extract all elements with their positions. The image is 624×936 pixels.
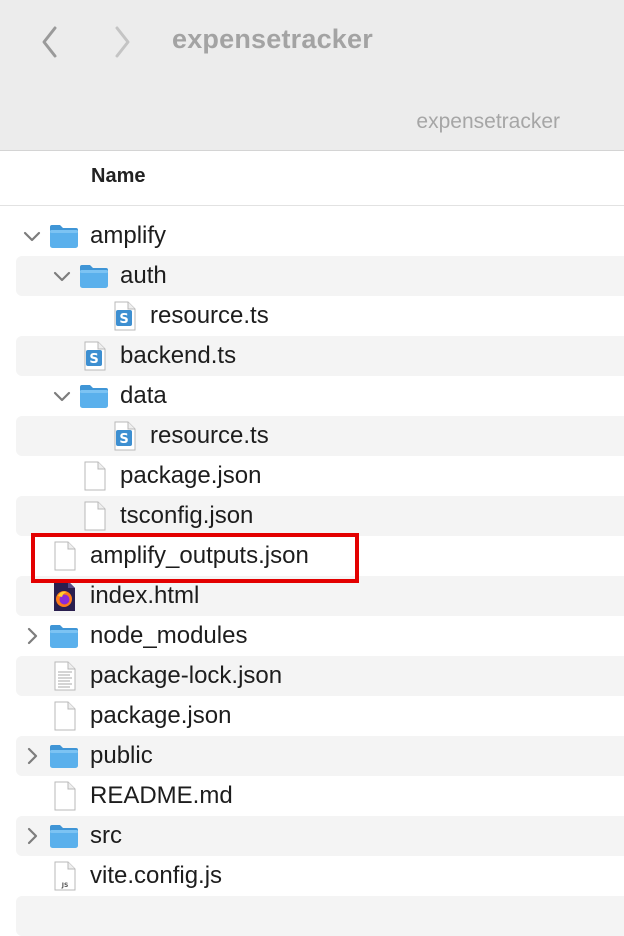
folder-icon: [78, 380, 110, 412]
file-row[interactable]: README.md: [16, 776, 624, 816]
name-column-header[interactable]: Name: [91, 165, 145, 188]
file-name-label: src: [90, 822, 122, 849]
file-name-label: package.json: [90, 702, 232, 729]
file-row[interactable]: amplify_outputs.json: [16, 536, 624, 576]
file-row[interactable]: JS vite.config.js: [16, 856, 624, 896]
chevron-right-icon[interactable]: [22, 626, 42, 646]
chevron-left-icon: [42, 26, 57, 58]
file-name-label: amplify_outputs.json: [90, 542, 309, 569]
chevron-down-icon[interactable]: [52, 386, 72, 406]
js-file-icon: JS: [48, 860, 80, 892]
file-row[interactable]: public: [16, 736, 624, 776]
chevron-right-icon[interactable]: [22, 826, 42, 846]
back-button[interactable]: [32, 22, 68, 62]
typescript-file-icon: S: [108, 420, 140, 452]
folder-icon: [48, 220, 80, 252]
file-name-label: package-lock.json: [90, 662, 283, 689]
svg-text:S: S: [119, 432, 128, 447]
file-name-label: public: [90, 742, 153, 769]
file-icon: [78, 500, 110, 532]
file-name-label: package.json: [120, 462, 262, 489]
file-name-label: amplify: [90, 222, 167, 249]
typescript-file-icon: S: [78, 340, 110, 372]
file-name-label: README.md: [90, 782, 233, 809]
file-name-label: backend.ts: [120, 342, 237, 369]
file-row[interactable]: index.html: [16, 576, 624, 616]
column-header: Name: [0, 151, 624, 206]
file-name-label: tsconfig.json: [120, 502, 254, 529]
file-row[interactable]: amplify: [16, 216, 624, 256]
typescript-file-icon: S: [108, 300, 140, 332]
file-row[interactable]: package.json: [16, 456, 624, 496]
file-row[interactable]: node_modules: [16, 616, 624, 656]
file-icon: [78, 460, 110, 492]
file-name-label: data: [120, 382, 167, 409]
folder-icon: [48, 820, 80, 852]
finder-toolbar: expensetracker expensetracker: [0, 0, 624, 151]
file-icon: [48, 780, 80, 812]
chevron-down-icon[interactable]: [52, 266, 72, 286]
file-row[interactable]: src: [16, 816, 624, 856]
file-icon: [48, 700, 80, 732]
svg-text:JS: JS: [61, 882, 69, 889]
file-row[interactable]: auth: [16, 256, 624, 296]
file-name-label: auth: [120, 262, 167, 289]
forward-button[interactable]: [104, 22, 140, 62]
file-row[interactable]: package-lock.json: [16, 656, 624, 696]
html-file-icon: [48, 580, 80, 612]
file-name-label: node_modules: [90, 622, 248, 649]
chevron-right-icon[interactable]: [22, 746, 42, 766]
svg-text:S: S: [89, 352, 98, 367]
file-row[interactable]: package.json: [16, 696, 624, 736]
file-name-label: vite.config.js: [90, 862, 223, 889]
chevron-right-icon: [115, 26, 130, 58]
folder-icon: [48, 620, 80, 652]
file-row[interactable]: tsconfig.json: [16, 496, 624, 536]
folder-icon: [78, 260, 110, 292]
window-title: expensetracker: [172, 24, 373, 54]
folder-icon: [48, 740, 80, 772]
chevron-down-icon[interactable]: [22, 226, 42, 246]
file-row[interactable]: S resource.ts: [16, 296, 624, 336]
empty-row: [16, 896, 624, 936]
file-row[interactable]: data: [16, 376, 624, 416]
file-name-label: index.html: [90, 582, 200, 609]
file-icon: [48, 540, 80, 572]
file-row[interactable]: S backend.ts: [16, 336, 624, 376]
path-bar-label: expensetracker: [416, 110, 560, 133]
file-row[interactable]: S resource.ts: [16, 416, 624, 456]
svg-text:S: S: [119, 312, 128, 327]
file-name-label: resource.ts: [150, 302, 269, 329]
file-name-label: resource.ts: [150, 422, 269, 449]
text-file-icon: [48, 660, 80, 692]
